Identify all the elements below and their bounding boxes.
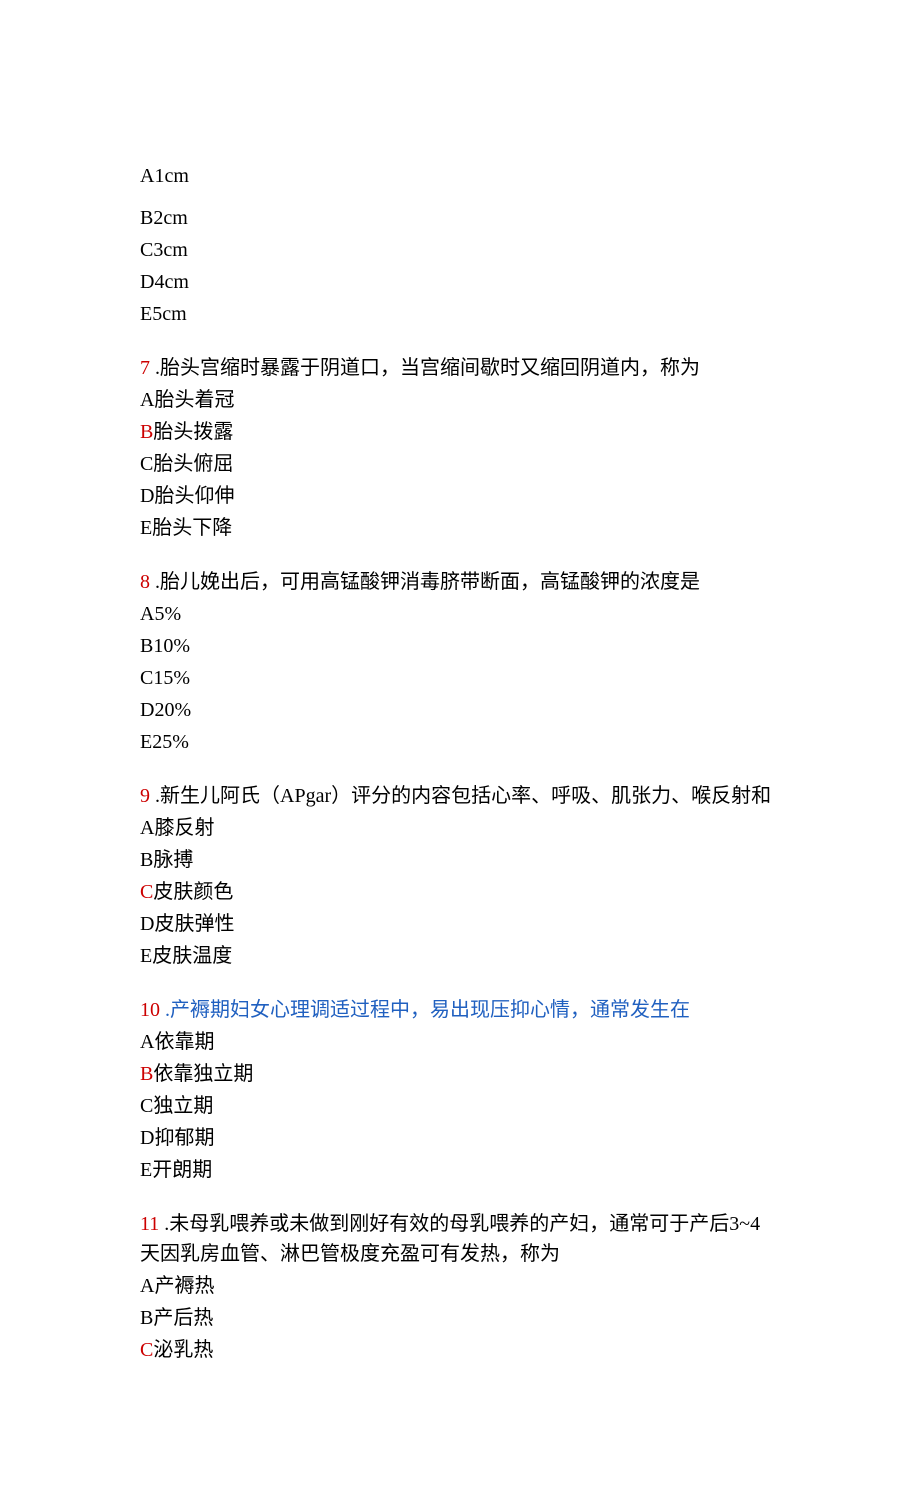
option-c: C皮肤颜色 [140, 876, 780, 908]
option-c: C3cm [140, 234, 780, 266]
option-b: B2cm [140, 202, 780, 234]
option-d: D20% [140, 694, 780, 726]
spacer [140, 192, 780, 202]
spacer [140, 1186, 780, 1208]
option-e: E25% [140, 726, 780, 758]
option-key: C [140, 1339, 153, 1361]
stem-text: .胎头宫缩时暴露于阴道口，当宫缩间歇时又缩回阴道内，称为 [150, 357, 700, 379]
spacer [140, 544, 780, 566]
option-a: A依靠期 [140, 1026, 780, 1058]
option-b: B10% [140, 630, 780, 662]
option-d: D皮肤弹性 [140, 908, 780, 940]
option-key: B [140, 1063, 153, 1085]
option-a: A5% [140, 598, 780, 630]
question-number: 11 [140, 1213, 159, 1235]
option-key: C [140, 881, 153, 903]
option-c: C泌乳热 [140, 1334, 780, 1366]
option-e: E胎头下降 [140, 512, 780, 544]
stem-text: .新生儿阿氏（APgar）评分的内容包括心率、呼吸、肌张力、喉反射和 [150, 785, 771, 807]
option-c: C15% [140, 662, 780, 694]
option-a: A胎头着冠 [140, 384, 780, 416]
option-key: B [140, 421, 153, 443]
question-10-stem: 10 .产褥期妇女心理调适过程中，易出现压抑心情，通常发生在 [140, 994, 780, 1026]
option-c: C胎头俯屈 [140, 448, 780, 480]
document-page: A1cm B2cm C3cm D4cm E5cm 7 .胎头宫缩时暴露于阴道口，… [0, 0, 920, 1506]
stem-text: .未母乳喂养或未做到刚好有效的母乳喂养的产妇，通常可于产后3~4天因乳房血管、淋… [140, 1213, 760, 1265]
option-d: D4cm [140, 266, 780, 298]
spacer [140, 758, 780, 780]
option-d: D抑郁期 [140, 1122, 780, 1154]
option-b: B脉搏 [140, 844, 780, 876]
option-text: 胎头拨露 [153, 421, 233, 443]
option-a: A1cm [140, 160, 780, 192]
question-number: 10 [140, 999, 160, 1021]
option-b: B依靠独立期 [140, 1058, 780, 1090]
option-e: E5cm [140, 298, 780, 330]
option-d: D胎头仰伸 [140, 480, 780, 512]
question-number: 8 [140, 571, 150, 593]
question-7-stem: 7 .胎头宫缩时暴露于阴道口，当宫缩间歇时又缩回阴道内，称为 [140, 352, 780, 384]
option-text: 泌乳热 [153, 1339, 213, 1361]
option-c: C独立期 [140, 1090, 780, 1122]
option-e: E开朗期 [140, 1154, 780, 1186]
question-number: 7 [140, 357, 150, 379]
option-a: A膝反射 [140, 812, 780, 844]
option-b: B胎头拨露 [140, 416, 780, 448]
question-number: 9 [140, 785, 150, 807]
question-9-stem: 9 .新生儿阿氏（APgar）评分的内容包括心率、呼吸、肌张力、喉反射和 [140, 780, 780, 812]
question-8-stem: 8 .胎儿娩出后，可用高锰酸钾消毒脐带断面，高锰酸钾的浓度是 [140, 566, 780, 598]
spacer [140, 330, 780, 352]
option-e: E皮肤温度 [140, 940, 780, 972]
option-text: 依靠独立期 [153, 1063, 253, 1085]
stem-text-link[interactable]: .产褥期妇女心理调适过程中，易出现压抑心情，通常发生在 [160, 999, 690, 1021]
option-a: A产褥热 [140, 1270, 780, 1302]
option-text: 皮肤颜色 [153, 881, 233, 903]
question-11-stem: 11 .未母乳喂养或未做到刚好有效的母乳喂养的产妇，通常可于产后3~4天因乳房血… [140, 1208, 780, 1270]
stem-text: .胎儿娩出后，可用高锰酸钾消毒脐带断面，高锰酸钾的浓度是 [150, 571, 700, 593]
spacer [140, 972, 780, 994]
option-b: B产后热 [140, 1302, 780, 1334]
